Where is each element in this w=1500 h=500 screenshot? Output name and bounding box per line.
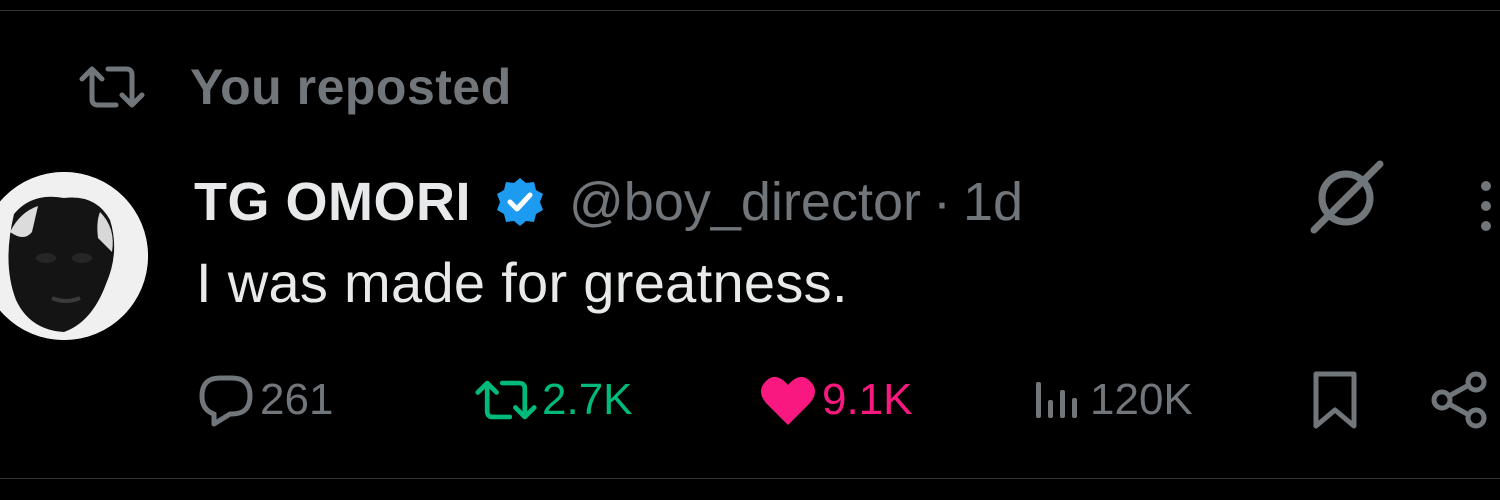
- separator-dot: ·: [932, 172, 951, 232]
- repost-action-icon: [474, 378, 538, 422]
- bookmark-icon: [1310, 370, 1360, 430]
- analytics-icon: [1030, 378, 1086, 422]
- repost-icon: [78, 65, 146, 109]
- post-timestamp[interactable]: 1d: [963, 171, 1023, 233]
- bookmark-button[interactable]: [1310, 368, 1360, 432]
- bottom-divider: [0, 478, 1500, 479]
- repost-count: 2.7K: [542, 375, 633, 424]
- views-button[interactable]: 120K: [1030, 368, 1193, 432]
- reply-button[interactable]: 261: [196, 368, 333, 432]
- more-icon[interactable]: [1478, 178, 1500, 238]
- grok-icon[interactable]: [1308, 158, 1388, 234]
- reply-count: 261: [260, 375, 334, 424]
- share-icon: [1430, 370, 1490, 430]
- share-button[interactable]: [1430, 368, 1490, 432]
- top-divider: [0, 10, 1500, 11]
- author-handle[interactable]: @boy_director: [569, 171, 921, 233]
- heart-icon: [758, 373, 818, 427]
- author-display-name[interactable]: TG OMORI: [194, 171, 471, 233]
- repost-context[interactable]: You reposted: [78, 56, 512, 118]
- post-header: TG OMORI @boy_director · 1d: [194, 166, 1023, 238]
- repost-context-label: You reposted: [190, 59, 512, 115]
- like-count: 9.1K: [822, 375, 913, 424]
- avatar[interactable]: [0, 172, 148, 340]
- verified-badge-icon[interactable]: [493, 175, 547, 229]
- reply-icon: [196, 372, 256, 428]
- view-count: 120K: [1090, 375, 1193, 424]
- post-text: I was made for greatness.: [196, 251, 848, 314]
- like-button[interactable]: 9.1K: [758, 368, 913, 432]
- repost-button[interactable]: 2.7K: [474, 368, 633, 432]
